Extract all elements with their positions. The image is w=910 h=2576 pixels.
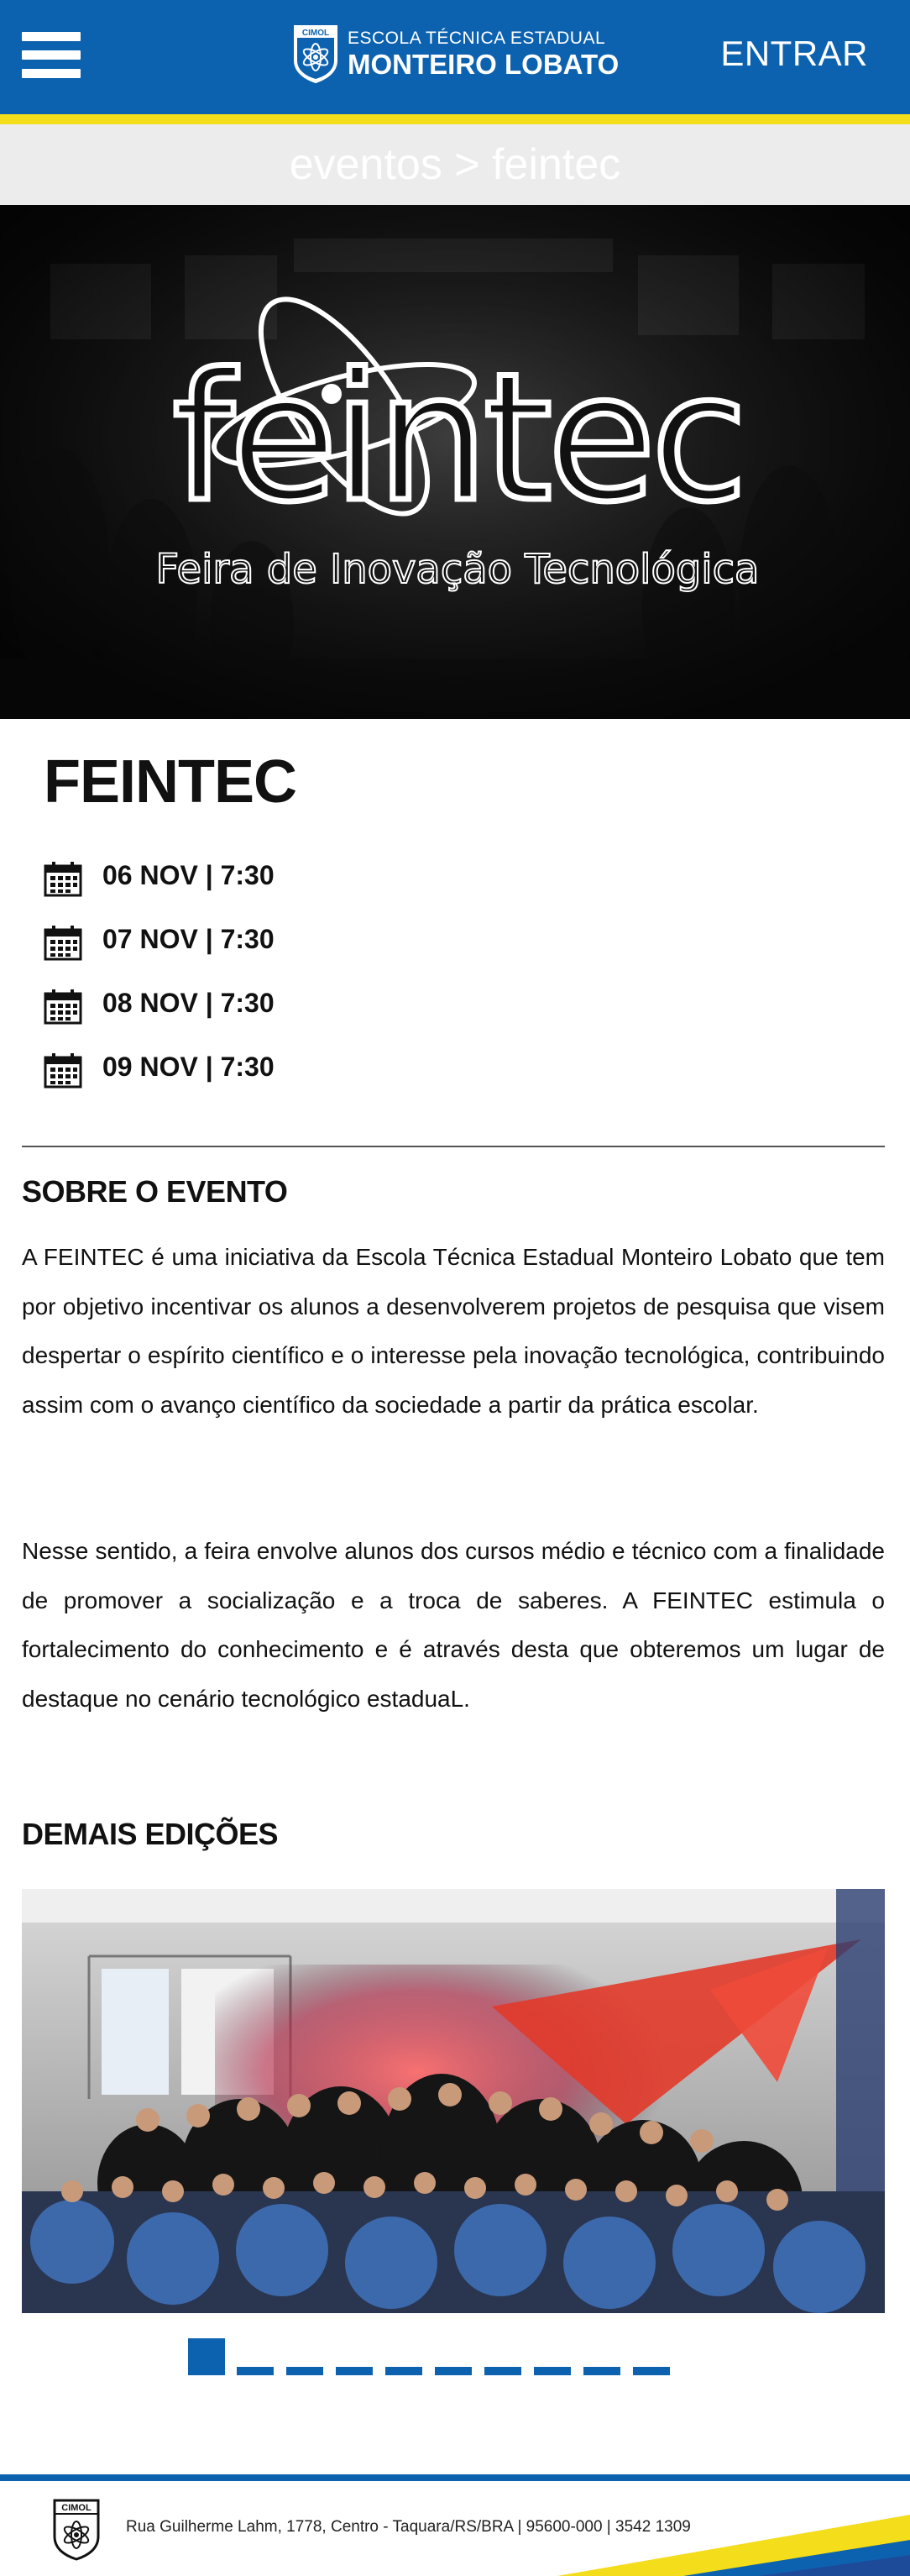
school-name-line1: ESCOLA TÉCNICA ESTADUAL <box>348 29 606 48</box>
event-date-text: 08 NOV | 7:30 <box>102 988 275 1018</box>
carousel-dot[interactable] <box>534 2367 571 2375</box>
site-footer: CIMOL Rua Guilherme Lahm, 1778, Centro -… <box>0 2481 910 2576</box>
footer-badge-text: CIMOL <box>61 2503 92 2513</box>
group-photo <box>22 1889 885 2313</box>
calendar-icon <box>44 989 82 1025</box>
breadcrumb: eventos > feintec <box>0 124 910 205</box>
carousel-dot[interactable] <box>385 2367 422 2375</box>
login-link[interactable]: ENTRAR <box>720 34 868 74</box>
about-paragraph: Nesse sentido, a feira envolve alunos do… <box>22 1538 885 1712</box>
school-name-line2: MONTEIRO LOBATO <box>348 49 620 80</box>
calendar-icon <box>44 1053 82 1089</box>
carousel-dot[interactable] <box>237 2367 274 2375</box>
hamburger-menu-icon[interactable] <box>22 32 81 79</box>
feintec-logo: feintec Feira de Inovação Tecnológica <box>155 296 760 594</box>
calendar-icon <box>44 926 82 961</box>
event-date-text: 09 NOV | 7:30 <box>102 1052 275 1082</box>
carousel-dot[interactable] <box>583 2367 620 2375</box>
banner-logo-text: feintec <box>172 335 743 541</box>
carousel-pagination <box>188 2338 675 2375</box>
footer-decorative-stripes <box>557 2515 910 2576</box>
breadcrumb-text[interactable]: eventos > feintec <box>290 140 621 189</box>
event-date-text: 06 NOV | 7:30 <box>102 860 275 890</box>
carousel-dot[interactable] <box>484 2367 521 2375</box>
event-banner: feintec Feira de Inovação Tecnológica <box>0 205 910 719</box>
calendar-icon <box>44 862 82 897</box>
about-section-title: SOBRE O EVENTO <box>22 1174 288 1209</box>
event-date-text: 07 NOV | 7:30 <box>102 924 275 954</box>
about-paragraph: A FEINTEC é uma iniciativa da Escola Téc… <box>22 1244 885 1418</box>
school-name[interactable]: ESCOLA TÉCNICA ESTADUAL MONTEIRO LOBATO <box>348 29 619 81</box>
event-title: FEINTEC <box>44 748 297 816</box>
footer-logo-badge-icon: CIMOL <box>53 2499 100 2561</box>
header-accent-stripe <box>0 114 910 124</box>
carousel-dot[interactable] <box>336 2367 373 2375</box>
logo-badge-text: CIMOL <box>302 29 329 38</box>
footer-top-line <box>0 2474 910 2481</box>
editions-carousel-image[interactable] <box>22 1889 885 2313</box>
school-logo-badge-icon[interactable]: CIMOL <box>292 24 339 84</box>
carousel-dot[interactable] <box>286 2367 323 2375</box>
banner-subtitle: Feira de Inovação Tecnológica <box>156 546 760 593</box>
editions-section-title: DEMAIS EDIÇÕES <box>22 1817 279 1851</box>
carousel-dot[interactable] <box>435 2367 472 2375</box>
site-header: CIMOL ESCOLA TÉCNICA ESTADUAL MONTEIRO L… <box>0 0 910 114</box>
carousel-dot[interactable] <box>633 2367 670 2375</box>
section-divider <box>22 1146 885 1147</box>
carousel-dot-active[interactable] <box>188 2338 225 2375</box>
